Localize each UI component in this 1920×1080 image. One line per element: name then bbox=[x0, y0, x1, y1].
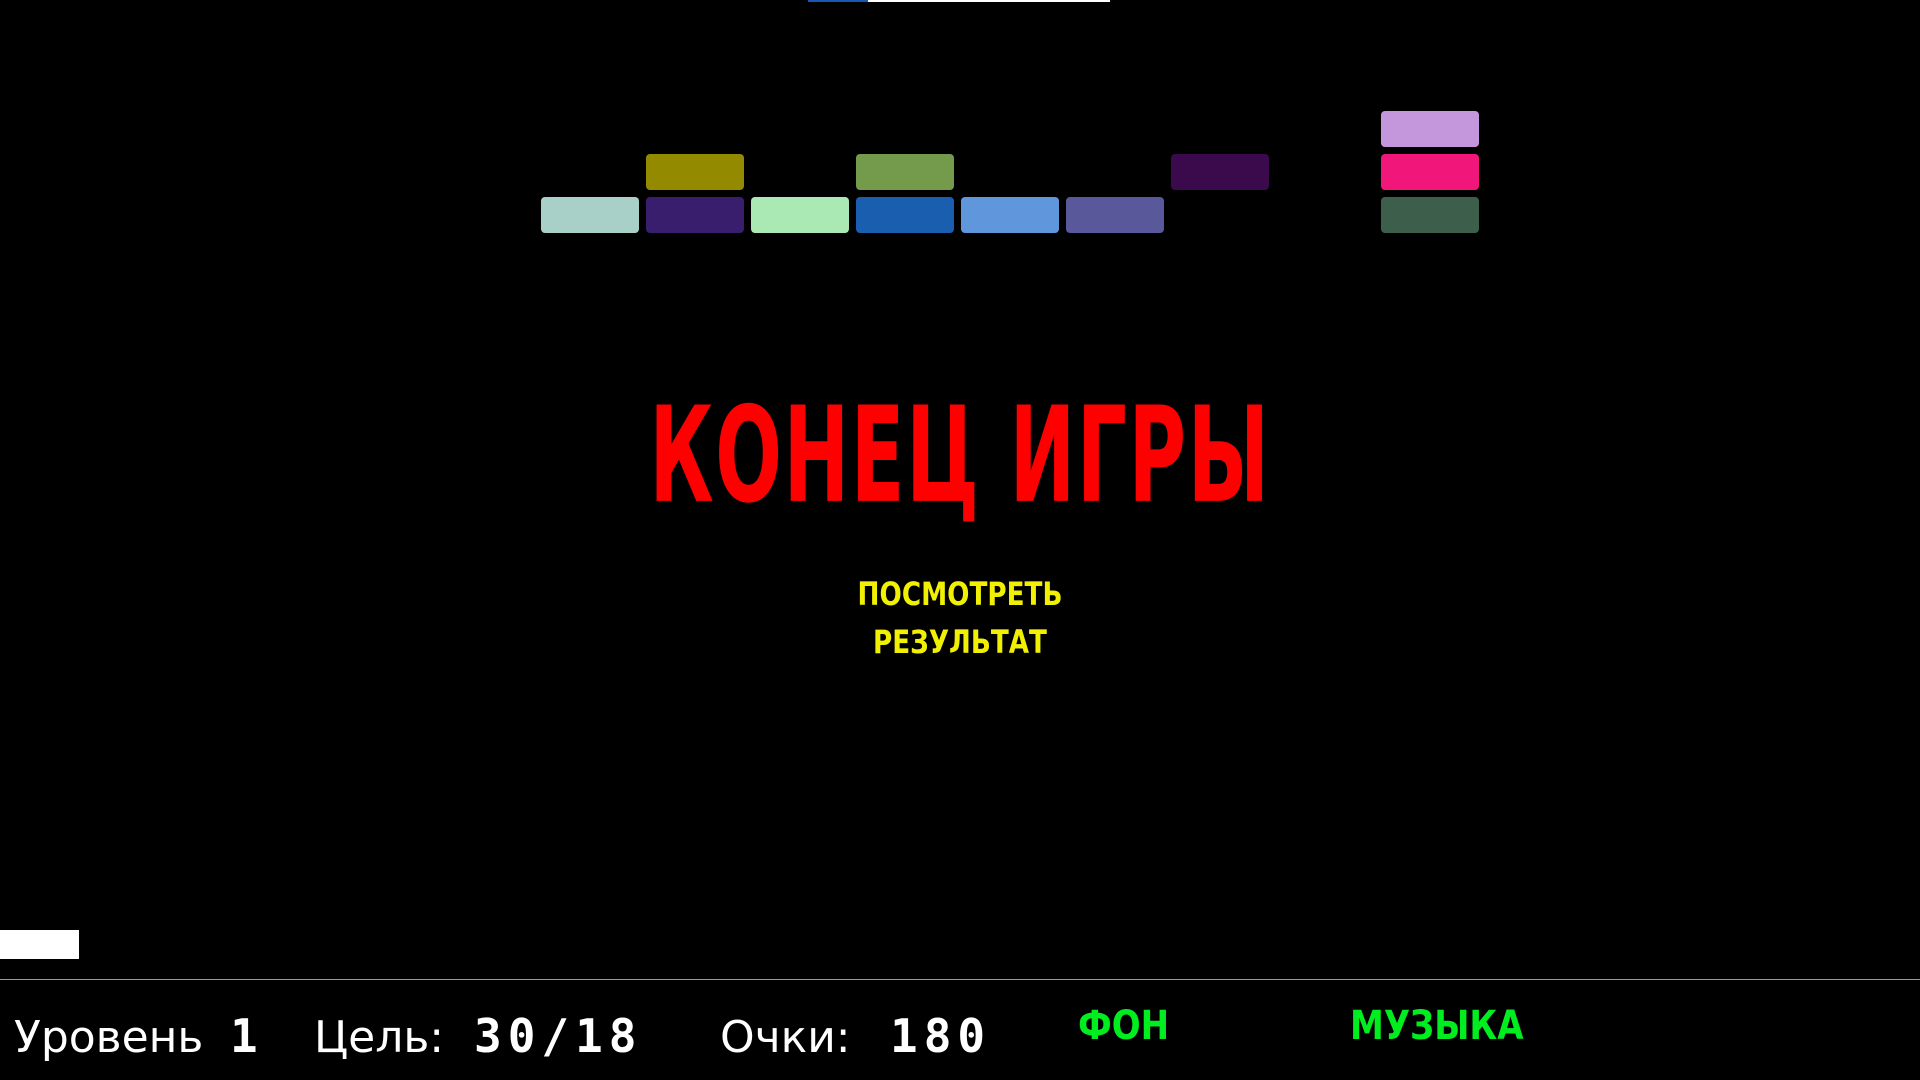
level-label: Уровень bbox=[14, 1012, 204, 1063]
brick bbox=[856, 197, 954, 233]
score-value: 180 bbox=[890, 1009, 992, 1063]
brick bbox=[751, 197, 849, 233]
brick bbox=[961, 197, 1059, 233]
score-label: Очки: bbox=[720, 1012, 851, 1063]
music-toggle-button[interactable]: МУЗЫКА bbox=[1350, 1000, 1524, 1052]
brick bbox=[646, 154, 744, 190]
view-results-button[interactable]: ПОСМОТРЕТЬ РЕЗУЛЬТАТ bbox=[796, 570, 1124, 666]
game-over-title: КОНЕЦ ИГРЫ bbox=[649, 379, 1271, 533]
paddle[interactable] bbox=[0, 930, 79, 959]
top-progress-bar bbox=[808, 0, 1110, 2]
brick bbox=[1381, 111, 1479, 147]
brick bbox=[646, 197, 744, 233]
hud-divider bbox=[0, 979, 1920, 980]
level-value: 1 bbox=[230, 1009, 264, 1063]
brick bbox=[1381, 197, 1479, 233]
goal-value: 30/18 bbox=[474, 1009, 643, 1063]
brick bbox=[1171, 154, 1269, 190]
goal-label: Цель: bbox=[314, 1012, 445, 1063]
view-results-line-2: РЕЗУЛЬТАТ bbox=[873, 623, 1047, 661]
brick bbox=[856, 154, 954, 190]
brick bbox=[541, 197, 639, 233]
background-toggle-button[interactable]: ФОН bbox=[1078, 1000, 1169, 1052]
brick bbox=[1381, 154, 1479, 190]
game-screen[interactable]: КОНЕЦ ИГРЫ ПОСМОТРЕТЬ РЕЗУЛЬТАТ Уровень … bbox=[0, 0, 1920, 1080]
brick bbox=[1066, 197, 1164, 233]
view-results-line-1: ПОСМОТРЕТЬ bbox=[857, 575, 1063, 613]
top-progress-fill bbox=[808, 0, 869, 2]
